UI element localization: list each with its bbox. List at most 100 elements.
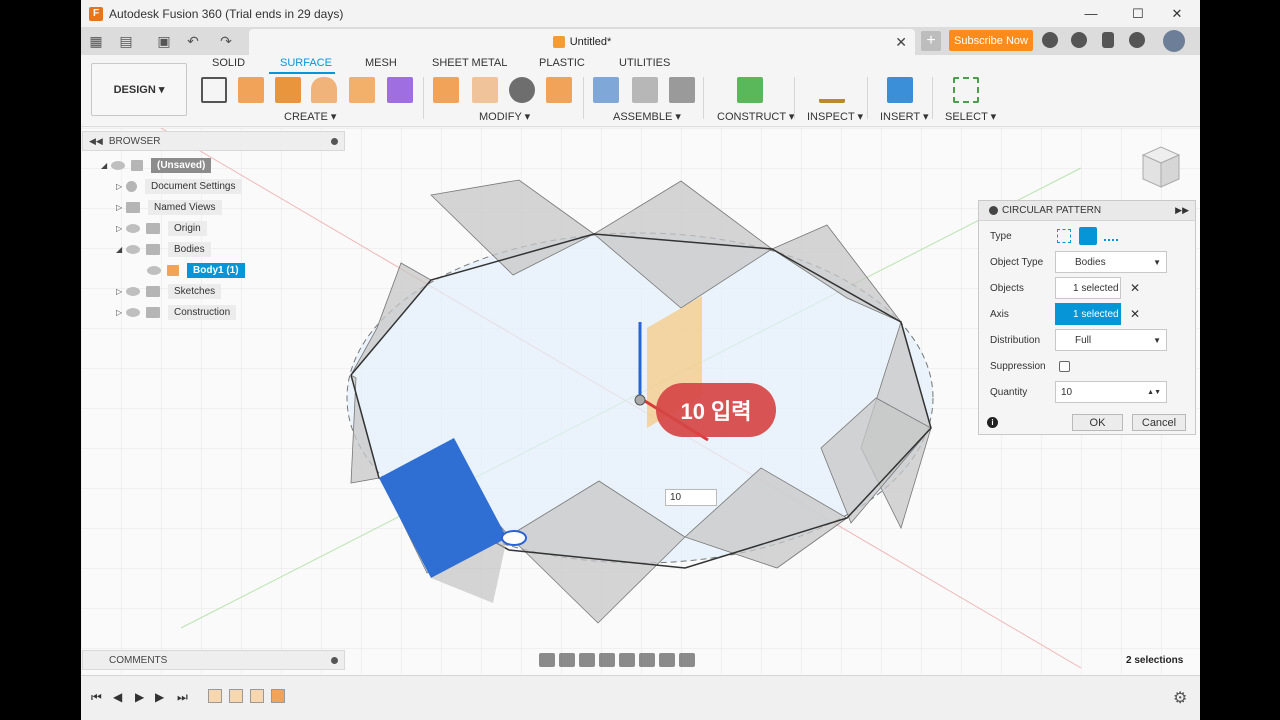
expand-dialog-icon[interactable]: ▶▶	[1175, 205, 1189, 216]
timeline-sketch-icon[interactable]	[208, 689, 222, 703]
delete-icon[interactable]	[472, 77, 498, 103]
visibility-icon[interactable]	[126, 307, 140, 317]
inline-quantity-input[interactable]: 10	[665, 489, 717, 506]
step-forward-icon[interactable]: ▶	[155, 690, 164, 704]
close-window-button[interactable]: ✕	[1157, 0, 1197, 27]
visibility-icon[interactable]	[111, 160, 125, 170]
modify-menu[interactable]: MODIFY ▾	[479, 110, 530, 123]
notifications-icon[interactable]	[1102, 32, 1114, 48]
subscribe-button[interactable]: Subscribe Now	[949, 30, 1033, 51]
timeline-pattern-icon[interactable]	[271, 689, 285, 703]
trim-icon[interactable]	[433, 77, 459, 103]
timeline-settings-gear-icon[interactable]: ⚙	[1173, 688, 1187, 708]
maximize-button[interactable]: ☐	[1118, 0, 1158, 27]
select-icon[interactable]	[953, 77, 979, 103]
patch-icon[interactable]	[275, 77, 301, 103]
minimize-button[interactable]: —	[1071, 0, 1111, 27]
expand-icon[interactable]: ▷	[116, 287, 126, 296]
pin-icon[interactable]	[331, 137, 338, 145]
insert-menu[interactable]: INSERT ▾	[880, 110, 929, 123]
avatar[interactable]	[1163, 30, 1185, 52]
go-to-start-icon[interactable]: ⏮	[91, 690, 102, 705]
workspace-switcher[interactable]: DESIGN ▾	[91, 63, 187, 116]
new-component-icon[interactable]	[593, 77, 619, 103]
assemble-menu[interactable]: ASSEMBLE ▾	[613, 110, 681, 123]
visibility-icon[interactable]	[126, 244, 140, 254]
inspect-menu[interactable]: INSPECT ▾	[807, 110, 863, 123]
tab-surface[interactable]: SURFACE	[280, 57, 332, 69]
display-settings-icon[interactable]	[639, 653, 655, 667]
new-tab-button[interactable]: +	[921, 31, 941, 51]
play-icon[interactable]: ▶	[135, 690, 144, 704]
visibility-icon[interactable]	[147, 265, 161, 275]
tree-item-root[interactable]: ◢ (Unsaved)	[101, 156, 212, 174]
view-cube-icon[interactable]	[1139, 143, 1183, 191]
tree-item-named-views[interactable]: ▷ Named Views	[116, 198, 222, 216]
as-built-joint-icon[interactable]	[669, 77, 695, 103]
pan-icon[interactable]	[579, 653, 595, 667]
zoom-icon[interactable]	[599, 653, 615, 667]
visibility-icon[interactable]	[126, 286, 140, 296]
job-status-icon[interactable]	[1071, 32, 1087, 48]
pattern-features-icon[interactable]	[1104, 231, 1118, 241]
pattern-faces-icon[interactable]	[1057, 229, 1071, 243]
orbit-icon[interactable]	[539, 653, 555, 667]
clear-objects-button[interactable]: ✕	[1130, 281, 1140, 295]
grid-settings-icon[interactable]	[659, 653, 675, 667]
measure-icon[interactable]	[819, 77, 845, 103]
create-sketch-icon[interactable]	[201, 77, 227, 103]
clear-axis-button[interactable]: ✕	[1130, 307, 1140, 321]
tab-solid[interactable]: SOLID	[212, 57, 245, 69]
info-icon[interactable]: i	[987, 417, 998, 428]
redo-icon[interactable]: ↷	[217, 32, 235, 50]
look-at-icon[interactable]	[559, 653, 575, 667]
undo-icon[interactable]: ↶	[184, 32, 202, 50]
insert-image-icon[interactable]	[887, 77, 913, 103]
offset-plane-icon[interactable]	[737, 77, 763, 103]
select-menu[interactable]: SELECT ▾	[945, 110, 996, 123]
distribution-select[interactable]: Full ▼	[1055, 329, 1167, 351]
tree-item-body1[interactable]: Body1 (1)	[147, 261, 245, 279]
tree-item-origin[interactable]: ▷ Origin	[116, 219, 207, 237]
ok-button[interactable]: OK	[1072, 414, 1123, 431]
tab-utilities[interactable]: UTILITIES	[619, 57, 670, 69]
quantity-stepper[interactable]: ▲▼	[1147, 389, 1161, 396]
form-icon[interactable]	[387, 77, 413, 103]
construct-menu[interactable]: CONSTRUCT ▾	[717, 110, 794, 123]
timeline-patch-icon[interactable]	[229, 689, 243, 703]
pattern-bodies-icon[interactable]	[1079, 227, 1097, 245]
timeline-sketch2-icon[interactable]	[250, 689, 264, 703]
expand-icon[interactable]: ◢	[101, 161, 111, 170]
expand-icon[interactable]: ◢	[116, 245, 126, 254]
expand-icon[interactable]: ▷	[116, 308, 126, 317]
cancel-button[interactable]: Cancel	[1132, 414, 1186, 431]
tab-sheet-metal[interactable]: SHEET METAL	[432, 57, 507, 69]
tree-item-construction[interactable]: ▷ Construction	[116, 303, 237, 321]
document-tab[interactable]: Untitled* ✕	[249, 29, 915, 55]
fit-icon[interactable]	[619, 653, 635, 667]
object-type-select[interactable]: Bodies ▼	[1055, 251, 1167, 273]
save-icon[interactable]: ▣	[155, 32, 173, 50]
step-back-icon[interactable]: ◀	[113, 690, 122, 704]
go-to-end-icon[interactable]: ⏭	[177, 690, 188, 705]
create-menu[interactable]: CREATE ▾	[284, 110, 336, 123]
suppression-checkbox[interactable]	[1059, 360, 1070, 372]
tab-plastic[interactable]: PLASTIC	[539, 57, 585, 69]
file-menu-icon[interactable]: ▤	[117, 32, 135, 50]
close-tab-button[interactable]: ✕	[895, 34, 907, 51]
tree-item-document-settings[interactable]: ▷ Document Settings	[116, 177, 242, 195]
viewports-icon[interactable]	[679, 653, 695, 667]
split-scissors-icon[interactable]	[509, 77, 535, 103]
extrude-icon[interactable]	[238, 77, 264, 103]
expand-icon[interactable]: ▷	[116, 224, 126, 233]
comments-header[interactable]: COMMENTS	[82, 650, 345, 670]
minimize-dialog-icon[interactable]	[989, 206, 998, 215]
revolve-icon[interactable]	[311, 77, 337, 103]
expand-icon[interactable]: ▷	[116, 203, 126, 212]
tab-mesh[interactable]: MESH	[365, 57, 397, 69]
tree-item-sketches[interactable]: ▷ Sketches	[116, 282, 222, 300]
extend-icon[interactable]	[546, 77, 572, 103]
joint-icon[interactable]	[632, 77, 658, 103]
app-grid-icon[interactable]: ▦	[87, 32, 105, 50]
browser-header[interactable]: ◀◀ BROWSER	[82, 131, 345, 151]
